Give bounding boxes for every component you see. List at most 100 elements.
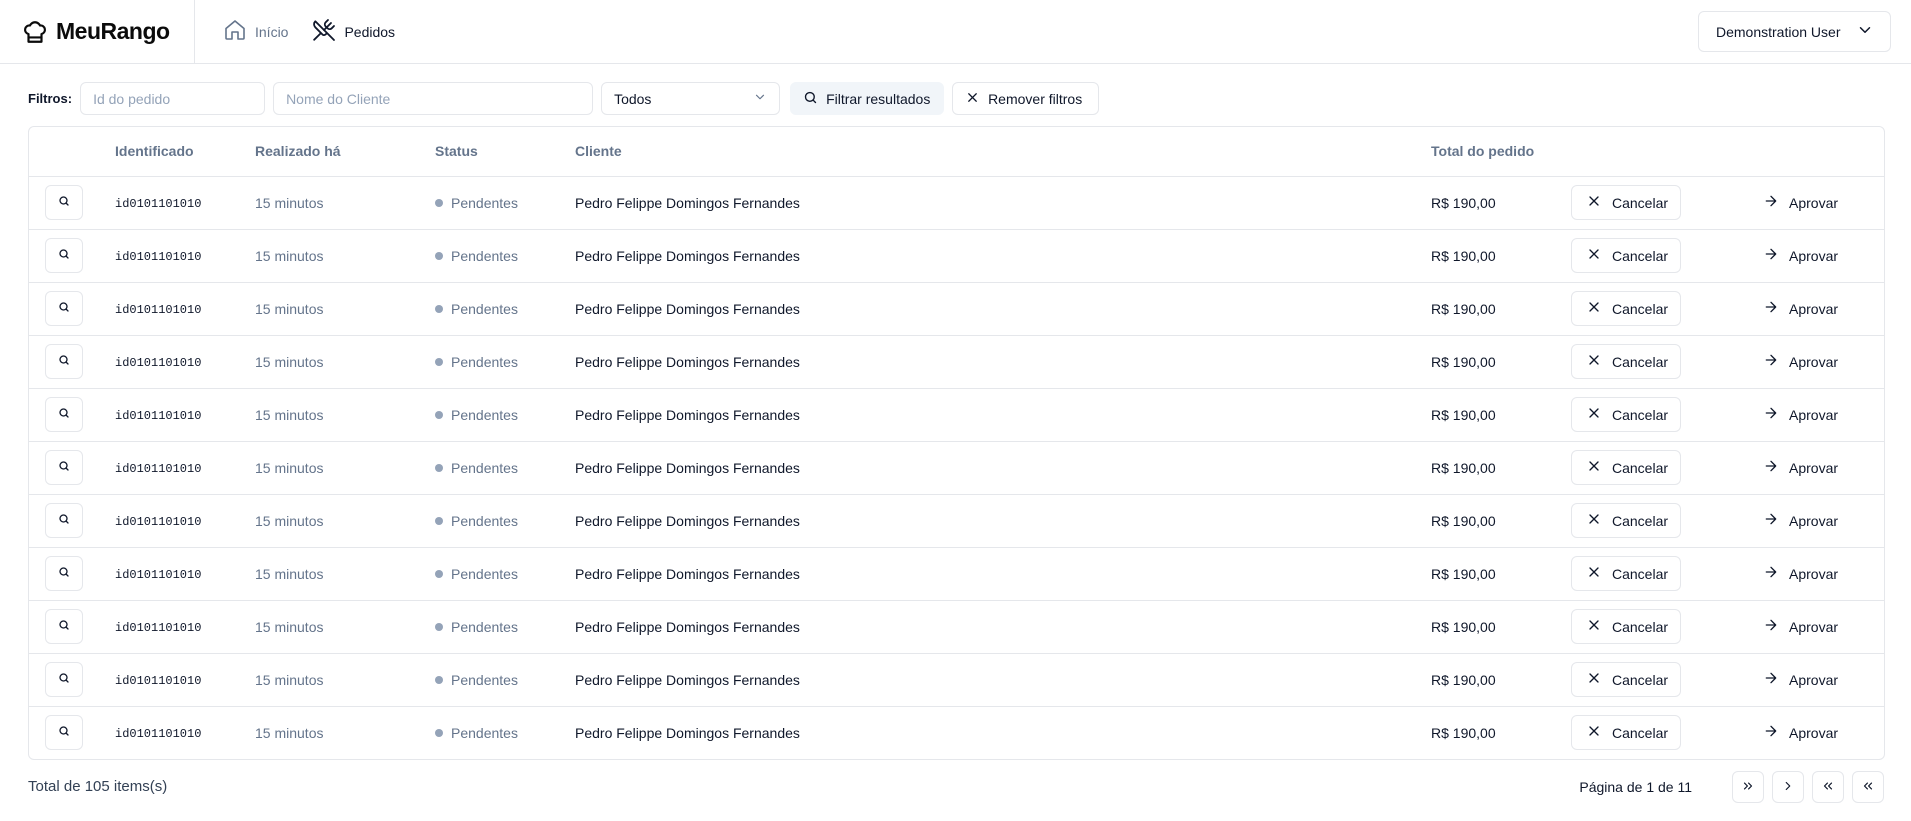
approve-order-button[interactable]: Aprovar <box>1751 556 1850 591</box>
chevron-down-icon <box>1856 21 1874 42</box>
table-row: id0101101010 15 minutos Pendentes Pedro … <box>29 494 1884 547</box>
status-badge: Pendentes <box>435 195 518 211</box>
pagination: Página de 1 de 11 <box>1579 771 1884 803</box>
approve-order-button[interactable]: Aprovar <box>1751 238 1850 273</box>
first-page-button[interactable] <box>1852 771 1884 803</box>
status-label: Pendentes <box>451 407 518 423</box>
approve-label: Aprovar <box>1789 406 1839 423</box>
order-id: id0101101010 <box>115 515 202 529</box>
cancel-order-button[interactable]: Cancelar <box>1571 715 1682 751</box>
search-icon <box>58 248 70 263</box>
details-cell <box>29 653 115 706</box>
brand[interactable]: MeuRango <box>0 0 195 64</box>
table-row: id0101101010 15 minutos Pendentes Pedro … <box>29 282 1884 335</box>
order-total: R$ 190,00 <box>1431 459 1496 476</box>
approve-order-button[interactable]: Aprovar <box>1751 344 1850 379</box>
cancel-order-button[interactable]: Cancelar <box>1571 556 1682 591</box>
status-badge: Pendentes <box>435 407 518 423</box>
client-name-input[interactable] <box>273 82 594 115</box>
order-total: R$ 190,00 <box>1431 618 1496 635</box>
approve-order-button[interactable]: Aprovar <box>1751 609 1850 644</box>
approve-order-button[interactable]: Aprovar <box>1751 291 1850 326</box>
approve-order-button[interactable]: Aprovar <box>1751 450 1850 485</box>
order-time: 15 minutos <box>255 406 324 423</box>
order-details-button[interactable] <box>45 609 83 644</box>
cancel-order-button[interactable]: Cancelar <box>1571 450 1682 485</box>
status-label: Pendentes <box>451 672 518 688</box>
home-icon <box>223 18 247 45</box>
last-page-button[interactable] <box>1732 771 1764 803</box>
approve-label: Aprovar <box>1789 353 1839 370</box>
previous-page-button[interactable] <box>1812 771 1844 803</box>
order-time: 15 minutos <box>255 512 324 529</box>
search-icon <box>58 407 70 422</box>
cancel-order-button[interactable]: Cancelar <box>1571 609 1682 644</box>
status-label: Pendentes <box>451 619 518 635</box>
order-id: id0101101010 <box>115 197 202 211</box>
search-icon <box>58 725 70 740</box>
nav-item-pedidos[interactable]: Pedidos <box>312 18 395 45</box>
order-details-button[interactable] <box>45 450 83 485</box>
cancel-label: Cancelar <box>1612 512 1669 529</box>
status-badge: Pendentes <box>435 566 518 582</box>
search-icon <box>58 513 70 528</box>
status-label: Pendentes <box>451 301 518 317</box>
details-cell <box>29 441 115 494</box>
status-dot <box>435 729 443 738</box>
nav-item-inicio[interactable]: Início <box>223 18 288 45</box>
order-details-button[interactable] <box>45 185 83 220</box>
table-row: id0101101010 15 minutos Pendentes Pedro … <box>29 441 1884 494</box>
approve-order-button[interactable]: Aprovar <box>1751 662 1850 697</box>
table-header-row: Identificado Realizado há Status Cliente… <box>29 127 1884 176</box>
filters-bar: Filtros: Todos Filtrar resultados Remove… <box>28 82 1100 115</box>
order-details-button[interactable] <box>45 397 83 432</box>
cancel-order-button[interactable]: Cancelar <box>1571 291 1682 326</box>
order-id: id0101101010 <box>115 568 202 582</box>
order-details-button[interactable] <box>45 556 83 591</box>
approve-label: Aprovar <box>1789 194 1839 211</box>
order-id-input[interactable] <box>80 82 266 115</box>
arrow-right-icon <box>1763 511 1779 530</box>
user-menu-button[interactable]: Demonstration User <box>1698 11 1891 52</box>
next-page-button[interactable] <box>1772 771 1804 803</box>
status-label: Pendentes <box>451 513 518 529</box>
order-id: id0101101010 <box>115 250 202 264</box>
cancel-order-button[interactable]: Cancelar <box>1571 503 1682 538</box>
details-cell <box>29 706 115 759</box>
client-name: Pedro Felippe Domingos Fernandes <box>575 406 800 423</box>
status-select[interactable]: Todos <box>601 82 781 115</box>
approve-order-button[interactable]: Aprovar <box>1751 185 1850 220</box>
approve-label: Aprovar <box>1789 459 1839 476</box>
filter-results-button[interactable]: Filtrar resultados <box>790 82 945 115</box>
chevrons-left-icon <box>1821 779 1835 796</box>
close-icon <box>1586 405 1602 424</box>
order-details-button[interactable] <box>45 503 83 538</box>
header-cliente: Cliente <box>575 143 622 160</box>
order-details-button[interactable] <box>45 715 83 751</box>
cancel-order-button[interactable]: Cancelar <box>1571 662 1682 697</box>
order-total: R$ 190,00 <box>1431 671 1496 688</box>
cancel-label: Cancelar <box>1612 671 1669 688</box>
order-details-button[interactable] <box>45 344 83 379</box>
client-name: Pedro Felippe Domingos Fernandes <box>575 512 800 529</box>
approve-order-button[interactable]: Aprovar <box>1751 715 1850 750</box>
cancel-order-button[interactable]: Cancelar <box>1571 397 1682 432</box>
close-icon <box>965 90 980 108</box>
order-details-button[interactable] <box>45 662 83 697</box>
close-icon <box>1586 246 1602 265</box>
status-badge: Pendentes <box>435 513 518 529</box>
order-time: 15 minutos <box>255 565 324 582</box>
cancel-order-button[interactable]: Cancelar <box>1571 238 1682 273</box>
header-details <box>29 127 115 176</box>
status-select-value: Todos <box>614 90 652 107</box>
order-details-button[interactable] <box>45 291 83 326</box>
approve-order-button[interactable]: Aprovar <box>1751 397 1850 432</box>
search-icon <box>58 460 70 475</box>
table-row: id0101101010 15 minutos Pendentes Pedro … <box>29 229 1884 282</box>
order-details-button[interactable] <box>45 238 83 273</box>
cancel-order-button[interactable]: Cancelar <box>1571 344 1682 379</box>
approve-order-button[interactable]: Aprovar <box>1751 503 1850 538</box>
search-icon <box>58 301 70 316</box>
remove-filters-button[interactable]: Remover filtros <box>952 82 1100 115</box>
cancel-order-button[interactable]: Cancelar <box>1571 185 1682 220</box>
